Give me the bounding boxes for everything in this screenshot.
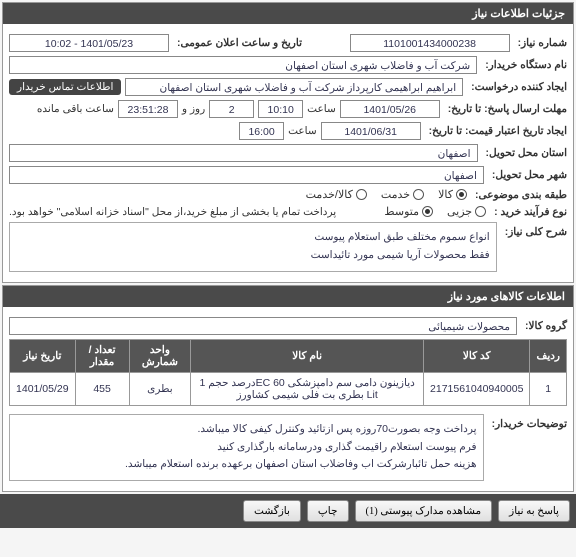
cell-name: دیازینون دامی سم دامپزشکی EC 60درصد حجم … [191, 372, 424, 405]
table-row: 1 2171561040940005 دیازینون دامی سم دامپ… [10, 372, 567, 405]
radio-label-both: کالا/خدمت [306, 188, 353, 201]
radio-group-subject: کالا خدمت کالا/خدمت [306, 188, 467, 201]
label-day: روز و [182, 103, 205, 115]
desc-line2: فقط محصولات آریا شیمی مورد تائیداست [16, 247, 490, 265]
attachments-label: مشاهده مدارک پیوستی (1) [366, 505, 482, 517]
contact-info-chip[interactable]: اطلاعات تماس خریدار [9, 79, 121, 95]
attachments-button[interactable]: مشاهده مدارک پیوستی (1) [355, 500, 493, 522]
note-line2: فرم پیوست استعلام راقیمت گذاری ودرسامانه… [16, 439, 477, 457]
radio-dot-icon [356, 189, 367, 200]
back-button[interactable]: بازگشت [243, 500, 301, 522]
print-label: چاپ [318, 505, 338, 517]
details-panel: جزئیات اطلاعات نیاز شماره نیاز: 11010014… [2, 2, 574, 283]
label-buyer-notes: توضیحات خریدار: [492, 414, 567, 430]
radio-motavasset[interactable]: متوسط [384, 205, 433, 218]
items-panel-body: گروه کالا: محصولات شیمیائی ردیف کد کالا … [3, 307, 573, 492]
radio-label-kala: کالا [438, 188, 453, 201]
th-qty: تعداد / مقدار [75, 339, 129, 372]
items-panel: اطلاعات کالاهای مورد نیاز گروه کالا: محص… [2, 285, 574, 493]
field-city1: اصفهان [9, 144, 478, 162]
back-label: بازگشت [254, 505, 290, 517]
cell-idx: 1 [530, 372, 567, 405]
details-panel-header: جزئیات اطلاعات نیاز [3, 3, 573, 24]
radio-dot-icon [422, 206, 433, 217]
reply-button[interactable]: پاسخ به نیاز [498, 500, 570, 522]
radio-group-purchase: جزیی متوسط [384, 205, 486, 218]
desc-line1: انواع سموم مختلف طبق استعلام پیوست [16, 229, 490, 247]
th-unit: واحد شمارش [129, 339, 191, 372]
th-name: نام کالا [191, 339, 424, 372]
field-creator: ابراهیم ابراهیمی کارپرداز شرکت آب و فاضل… [125, 78, 463, 96]
field-deadline-date: 1401/05/26 [340, 100, 440, 118]
field-time-left: 23:51:28 [118, 100, 178, 118]
label-goods-group: گروه کالا: [525, 320, 567, 332]
cell-date: 1401/05/29 [10, 372, 76, 405]
radio-khedmat[interactable]: خدمت [381, 188, 424, 201]
field-validity-date: 1401/06/31 [321, 122, 421, 140]
label-city1: استان محل تحویل: [486, 147, 567, 159]
label-city2: شهر محل تحویل: [492, 169, 567, 181]
label-purchase-type: نوع فرآیند خرید : [494, 206, 567, 218]
radio-dot-icon [475, 206, 486, 217]
radio-dot-icon [413, 189, 424, 200]
cell-qty: 455 [75, 372, 129, 405]
radio-jozi[interactable]: جزیی [447, 205, 486, 218]
items-panel-header: اطلاعات کالاهای مورد نیاز [3, 286, 573, 307]
label-remaining: ساعت باقی مانده [37, 103, 114, 115]
field-goods-group: محصولات شیمیائی [9, 317, 517, 335]
reply-label: پاسخ به نیاز [509, 505, 559, 517]
label-need-no: شماره نیاز: [518, 37, 567, 49]
cell-code: 2171561040940005 [424, 372, 530, 405]
payment-note: پرداخت تمام یا بخشی از مبلغ خرید،از محل … [9, 206, 336, 218]
label-hour1: ساعت [307, 103, 336, 115]
table-header-row: ردیف کد کالا نام کالا واحد شمارش تعداد /… [10, 339, 567, 372]
field-buyer-org: شرکت آب و فاضلاب شهری استان اصفهان [9, 56, 477, 74]
label-subject-class: طبقه بندی موضوعی: [475, 189, 567, 201]
label-deadline: مهلت ارسال پاسخ: تا تاریخ: [448, 103, 567, 115]
field-validity-time: 16:00 [239, 122, 284, 140]
label-general-title: شرح کلی نیاز: [505, 222, 567, 238]
radio-label-motavasset: متوسط [384, 205, 419, 218]
th-idx: ردیف [530, 339, 567, 372]
radio-label-khedmat: خدمت [381, 188, 410, 201]
cell-unit: بطری [129, 372, 191, 405]
field-need-no: 1101001434000238 [350, 34, 510, 52]
radio-label-jozi: جزیی [447, 205, 472, 218]
field-days-left: 2 [209, 100, 254, 118]
note-line1: پرداخت وجه بصورت70روزه پس ازتائید وکنترل… [16, 421, 477, 439]
radio-both[interactable]: کالا/خدمت [306, 188, 367, 201]
details-panel-body: شماره نیاز: 1101001434000238 تاریخ و ساع… [3, 24, 573, 282]
general-desc-box: انواع سموم مختلف طبق استعلام پیوست فقط م… [9, 222, 497, 272]
th-date: تاریخ نیاز [10, 339, 76, 372]
items-table: ردیف کد کالا نام کالا واحد شمارش تعداد /… [9, 339, 567, 406]
label-creator: ایجاد کننده درخواست: [471, 81, 567, 93]
radio-kala[interactable]: کالا [438, 188, 467, 201]
label-announce: تاریخ و ساعت اعلان عمومی: [177, 37, 302, 49]
footer-bar: پاسخ به نیاز مشاهده مدارک پیوستی (1) چاپ… [0, 494, 576, 528]
print-button[interactable]: چاپ [307, 500, 349, 522]
field-city2: اصفهان [9, 166, 484, 184]
field-announce: 1401/05/23 - 10:02 [9, 34, 169, 52]
buyer-notes-box: پرداخت وجه بصورت70روزه پس ازتائید وکنترل… [9, 414, 484, 482]
field-deadline-time: 10:10 [258, 100, 303, 118]
th-code: کد کالا [424, 339, 530, 372]
label-hour2: ساعت [288, 125, 317, 137]
label-validity: ایجاد تاریخ اعتبار قیمت: تا تاریخ: [429, 125, 567, 137]
radio-dot-icon [456, 189, 467, 200]
note-line3: هزینه حمل تائبارشرکت اب وفاضلاب استان اص… [16, 456, 477, 474]
label-buyer-org: نام دستگاه خریدار: [485, 59, 567, 71]
